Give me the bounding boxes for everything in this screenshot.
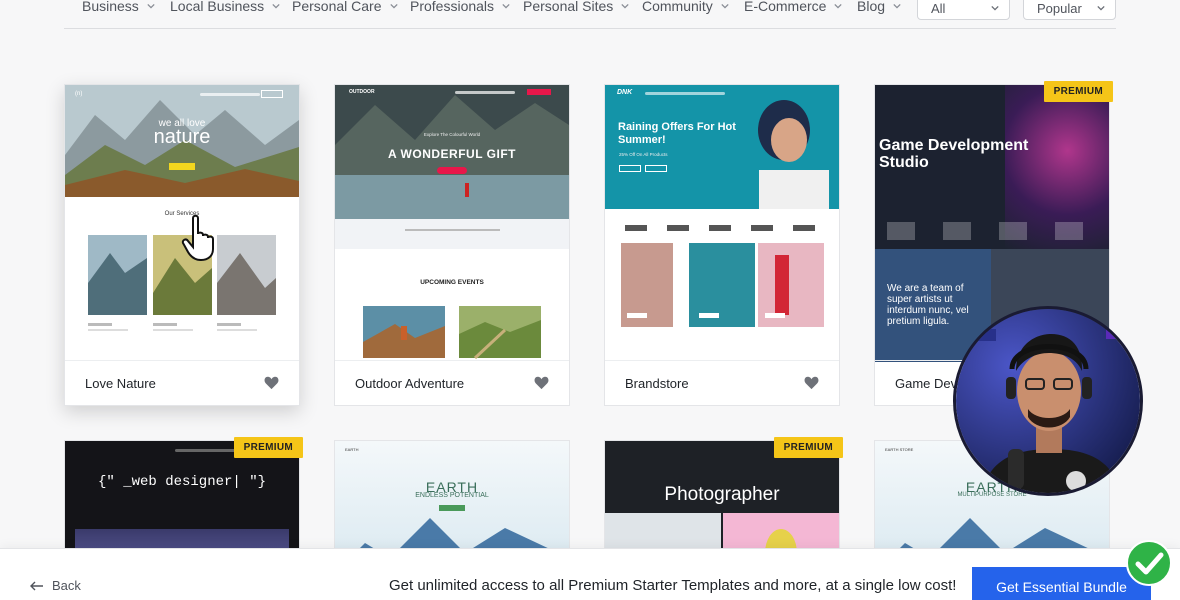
chevron-down-icon bbox=[893, 3, 901, 9]
brand-logos bbox=[625, 225, 819, 231]
hero-subtitle: 25% Off On All Products bbox=[619, 152, 668, 157]
get-essential-bundle-button[interactable]: Get Essential Bundle bbox=[972, 567, 1151, 600]
heart-icon[interactable] bbox=[264, 376, 279, 390]
card-footer: Love Nature bbox=[65, 360, 299, 405]
template-name: Love Nature bbox=[85, 375, 156, 391]
template-preview: OUTDOOR Explore The Colourful World A WO… bbox=[335, 85, 569, 362]
category-local-business[interactable]: Local Business bbox=[170, 0, 280, 14]
chevron-down-icon bbox=[1097, 5, 1105, 11]
hero-body: We are a team of super artists ut interd… bbox=[887, 283, 969, 327]
premium-badge: PREMIUM bbox=[1043, 81, 1113, 102]
hero-title: Raining Offers For Hot Summer! bbox=[618, 121, 736, 146]
category-blog[interactable]: Blog bbox=[857, 0, 901, 14]
chevron-down-icon bbox=[834, 3, 843, 9]
chevron-down-icon bbox=[991, 5, 999, 11]
nav-button bbox=[527, 89, 551, 95]
site-logo: EARTH STORE bbox=[885, 447, 914, 452]
hero-button bbox=[437, 167, 467, 174]
category-filter-bar: Business Local Business Personal Care Pr… bbox=[64, 0, 1116, 29]
hero-title: {" _web designer| "} bbox=[97, 474, 267, 490]
checkmark-badge-icon bbox=[1126, 540, 1172, 586]
template-card-brandstore[interactable]: DNK Raining Offers For Hot Summer! 25% O… bbox=[604, 84, 840, 406]
heart-icon[interactable] bbox=[804, 376, 819, 390]
site-logo: DNK bbox=[617, 89, 633, 96]
back-button[interactable]: Back bbox=[30, 578, 81, 593]
template-card-outdoor-adventure[interactable]: OUTDOOR Explore The Colourful World A WO… bbox=[334, 84, 570, 406]
hand-pointer-cursor-icon bbox=[181, 214, 214, 262]
card-footer: Brandstore bbox=[605, 360, 839, 405]
events-images bbox=[363, 306, 541, 360]
type-select[interactable]: All bbox=[917, 0, 1010, 20]
category-community[interactable]: Community bbox=[642, 0, 729, 14]
template-preview: (n) we all love nature Our Services bbox=[65, 85, 299, 362]
section-title: UPCOMING EVENTS bbox=[420, 279, 484, 286]
premium-badge: PREMIUM bbox=[233, 437, 303, 458]
sort-select[interactable]: Popular bbox=[1023, 0, 1116, 20]
site-logo: (n) bbox=[75, 91, 83, 97]
presenter-video bbox=[956, 309, 1140, 493]
template-name: Brandstore bbox=[625, 375, 689, 391]
hero-subtitle: MULTIPURPOSE STORE bbox=[957, 492, 1027, 498]
premium-badge: PREMIUM bbox=[773, 437, 843, 458]
chevron-down-icon bbox=[272, 3, 280, 9]
promo-text: Get unlimited access to all Premium Star… bbox=[389, 577, 957, 594]
template-card-love-nature[interactable]: (n) we all love nature Our Services Love… bbox=[64, 84, 300, 406]
category-professionals[interactable]: Professionals bbox=[410, 0, 510, 14]
heart-icon[interactable] bbox=[534, 376, 549, 390]
site-logo: OUTDOOR bbox=[349, 89, 375, 95]
category-personal-care[interactable]: Personal Care bbox=[292, 0, 398, 14]
hero-tagline: Explore The Colourful World bbox=[423, 132, 481, 137]
template-name: Outdoor Adventure bbox=[355, 375, 465, 391]
model-photo bbox=[758, 100, 829, 209]
chevron-down-icon bbox=[721, 3, 729, 9]
template-preview: DNK Raining Offers For Hot Summer! 25% O… bbox=[605, 85, 839, 362]
site-logo: EARTH bbox=[345, 447, 359, 452]
hero-title: nature bbox=[153, 126, 211, 148]
category-personal-sites[interactable]: Personal Sites bbox=[523, 0, 629, 14]
hero-button bbox=[169, 163, 195, 170]
arrow-left-icon bbox=[30, 581, 43, 590]
hero-title: Photographer bbox=[664, 484, 780, 505]
hero-title: A WONDERFUL GIFT bbox=[388, 147, 516, 161]
category-business[interactable]: Business bbox=[82, 0, 155, 14]
hero-subtitle: ENDLESS POTENTIAL bbox=[415, 492, 489, 499]
webcam-overlay bbox=[953, 306, 1143, 496]
bottom-promo-bar: Back Get unlimited access to all Premium… bbox=[0, 548, 1180, 600]
card-footer: Outdoor Adventure bbox=[335, 360, 569, 405]
chevron-down-icon bbox=[621, 3, 629, 9]
chevron-down-icon bbox=[389, 3, 398, 9]
chevron-down-icon bbox=[502, 3, 510, 9]
chevron-down-icon bbox=[147, 3, 155, 9]
hero-title: Game Development Studio bbox=[879, 137, 1029, 171]
category-e-commerce[interactable]: E-Commerce bbox=[744, 0, 843, 14]
